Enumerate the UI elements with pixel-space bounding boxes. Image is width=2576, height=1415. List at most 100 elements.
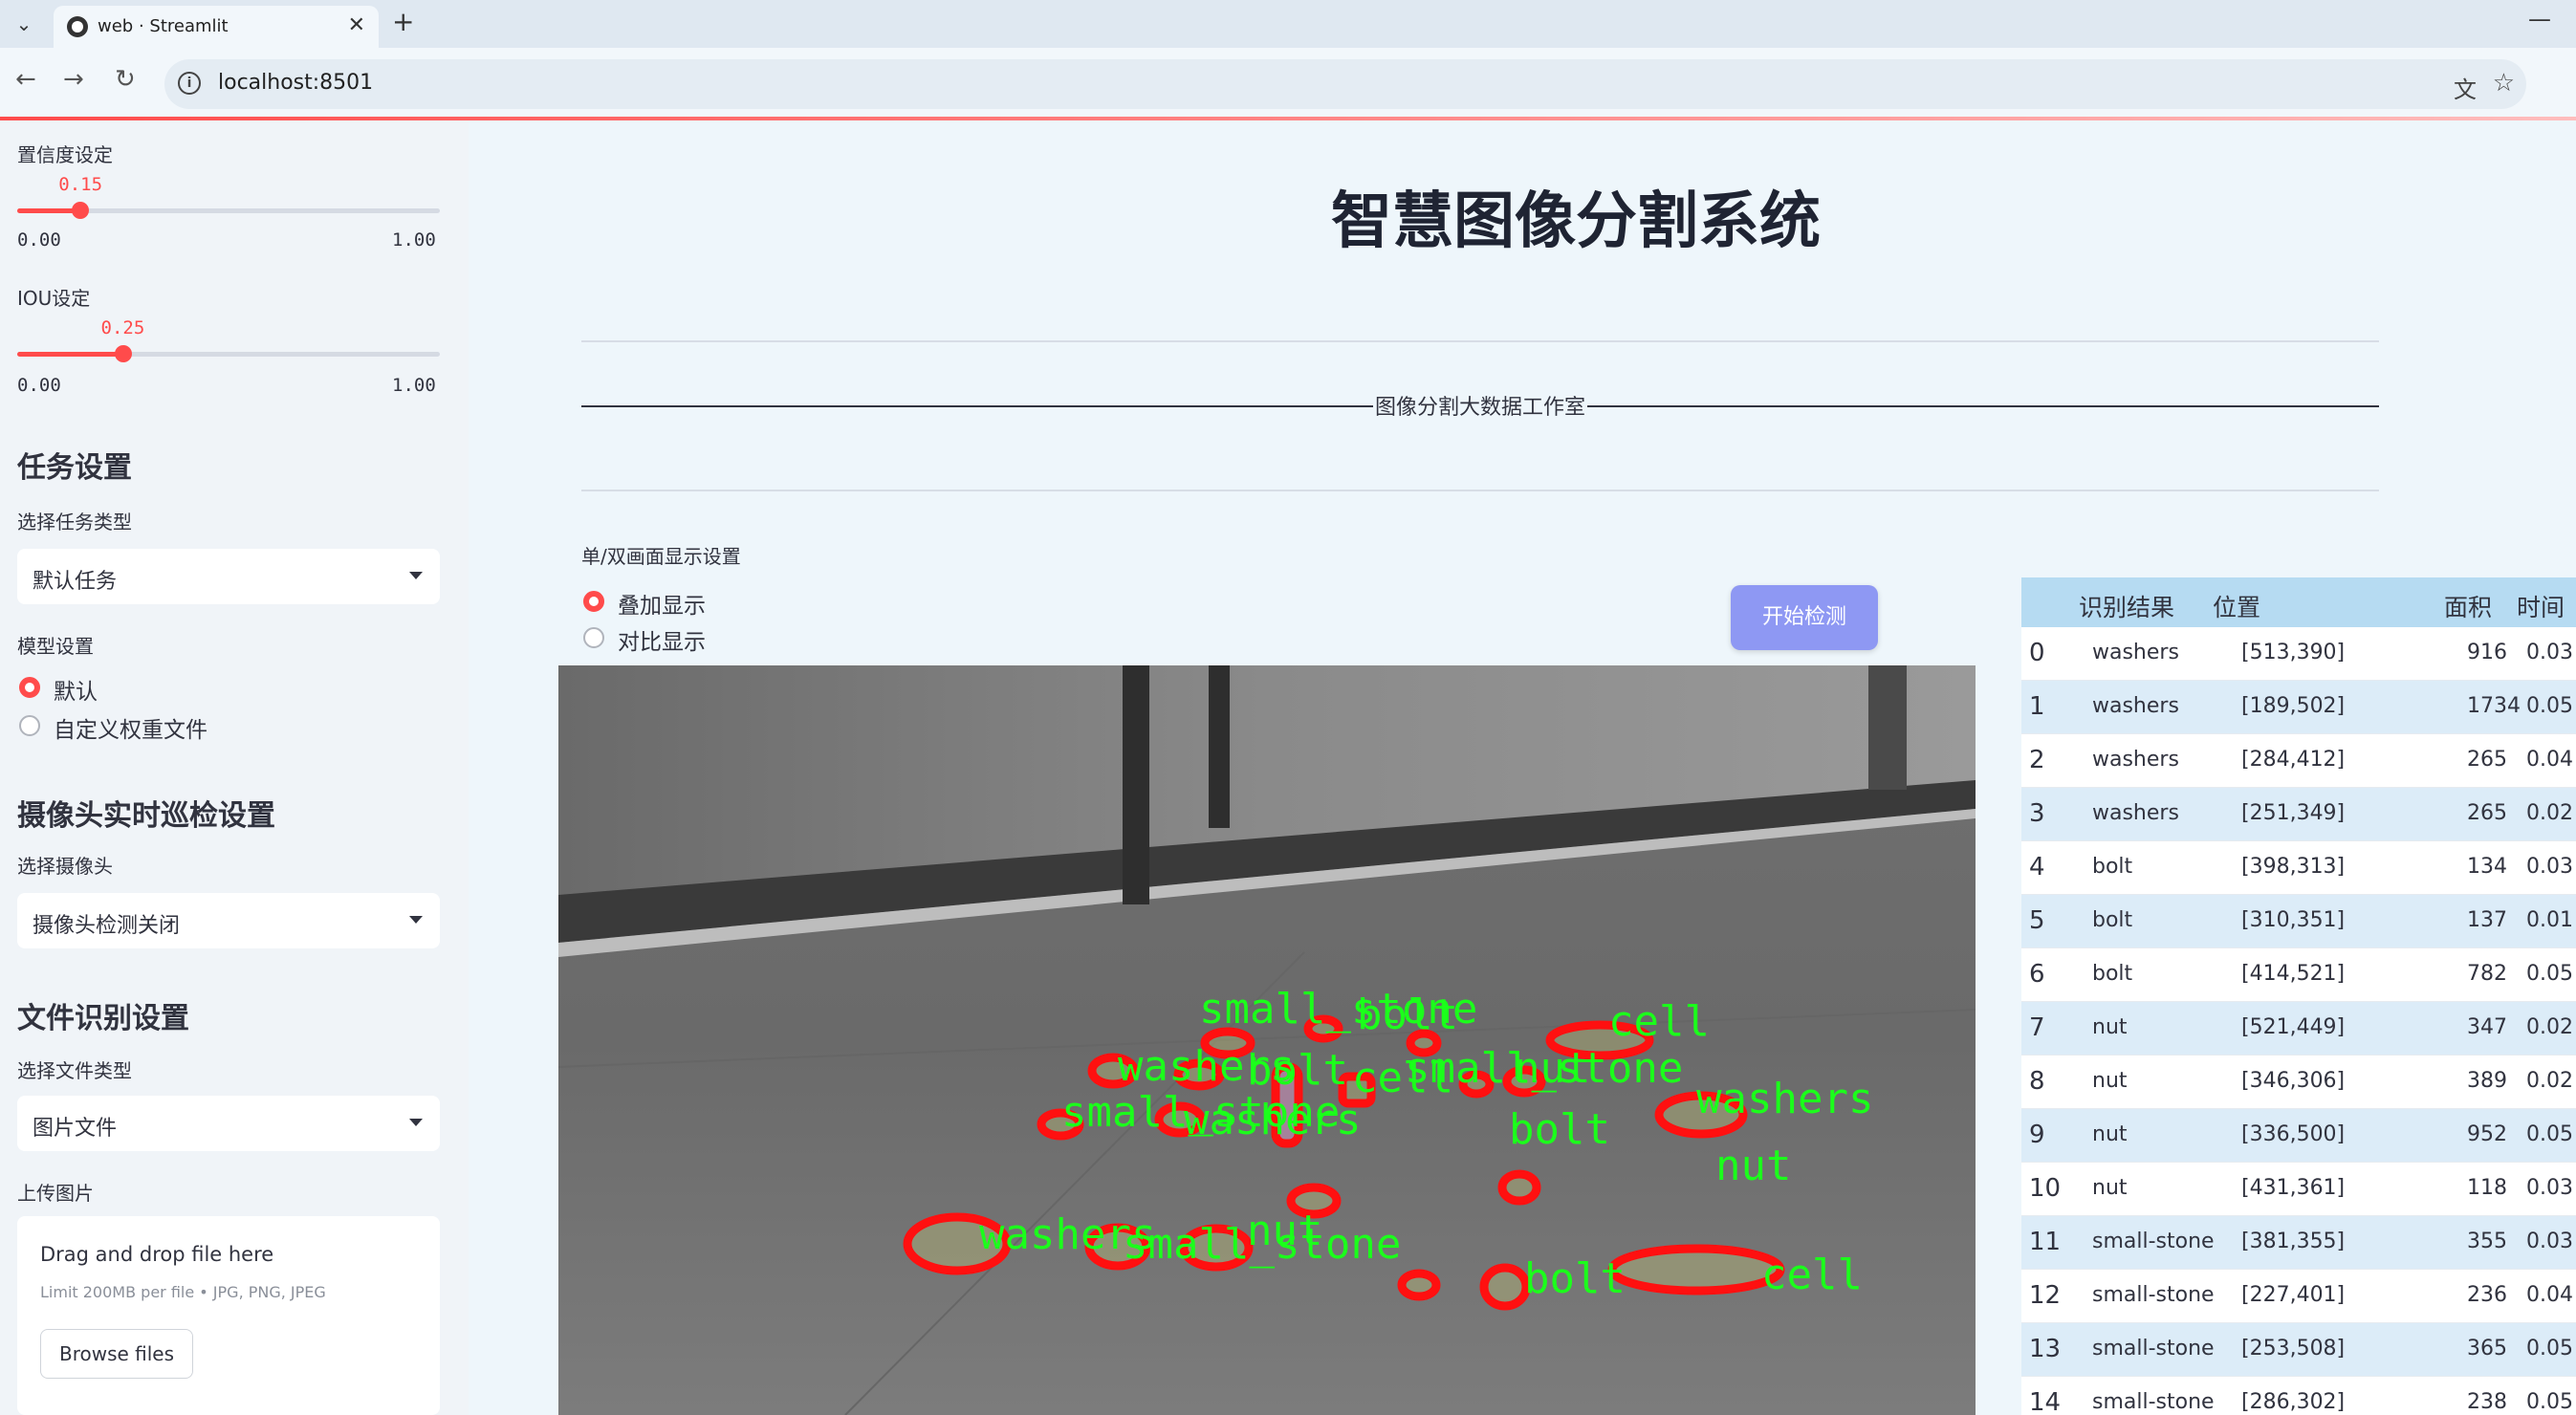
cell-result: bolt [2092,855,2133,879]
table-row[interactable]: 5 bolt [310,351] 137 0.01 [2021,895,2576,948]
start-detection-button[interactable]: 开始检测 [1731,585,1878,650]
table-row[interactable]: 11 small-stone [381,355] 355 0.03 [2021,1216,2576,1270]
detection-label: cell [1608,997,1710,1046]
studio-name: 图像分割大数据工作室 [1375,396,1586,420]
cell-result: small-stone [2092,1230,2215,1253]
confidence-slider[interactable] [17,202,440,219]
reload-icon[interactable]: ↻ [115,65,136,94]
radio-unselected[interactable] [19,715,40,736]
detection-label: bolt [1524,1254,1626,1303]
file-type-label: 选择文件类型 [17,1059,132,1082]
iou-slider[interactable] [17,345,440,362]
cell-result: small-stone [2092,1337,2215,1361]
task-settings-header: 任务设置 [17,451,132,485]
forward-arrow-icon[interactable]: → [63,65,84,94]
cell-position: [251,349] [2241,801,2346,825]
cell-time: 0.05 [2526,1390,2573,1414]
browser-tab[interactable]: web · Streamlit ✕ [54,6,379,48]
table-row[interactable]: 13 small-stone [253,508] 365 0.05 [2021,1323,2576,1377]
cell-time: 0.04 [2526,1283,2573,1307]
cell-position: [189,502] [2241,694,2346,718]
confidence-min: 0.00 [17,229,61,250]
detection-label: washers [1696,1075,1873,1123]
browse-files-button[interactable]: Browse files [40,1329,193,1379]
display-option-label: 对比显示 [618,630,706,655]
minimize-window-icon[interactable]: — [2528,6,2551,33]
table-row[interactable]: 1 washers [189,502] 1734 0.05 [2021,681,2576,734]
site-info-icon[interactable]: i [178,72,201,95]
table-row[interactable]: 14 small-stone [286,302] 238 0.05 [2021,1377,2576,1415]
radio-selected[interactable] [583,591,604,612]
table-row[interactable]: 12 small-stone [227,401] 236 0.04 [2021,1270,2576,1323]
tab-list-chevron-icon[interactable]: ⌄ [8,10,40,38]
cell-time: 0.05 [2526,1122,2573,1146]
cell-position: [431,361] [2241,1176,2346,1200]
column-header-result[interactable]: 识别结果 [2079,589,2174,623]
table-row[interactable]: 2 washers [284,412] 265 0.04 [2021,734,2576,788]
url-field[interactable]: i localhost:8501 文 ☆ [164,59,2526,109]
chevron-down-icon [409,916,423,924]
table-row[interactable]: 0 washers [513,390] 916 0.03 [2021,627,2576,681]
results-table[interactable]: 识别结果 位置 面积 时间 0 washers [513,390] 916 0.03 1 w… [2021,577,2576,1415]
address-bar-row: ← → ↻ i localhost:8501 文 ☆ [0,48,2576,119]
row-index: 13 [2029,1335,2062,1363]
column-header-area[interactable]: 面积 [2444,589,2492,623]
cell-time: 0.04 [2526,748,2573,772]
table-header: 识别结果 位置 面积 时间 [2021,577,2576,627]
url-text[interactable]: localhost:8501 [218,71,373,95]
cell-time: 0.05 [2526,962,2573,986]
bolt-mask [1479,1263,1531,1311]
detection-label: cell [1761,1251,1863,1299]
file-dropzone[interactable]: Drag and drop file here Limit 200MB per … [17,1216,440,1415]
cell-area: 782 [2467,962,2507,986]
detection-label: washers [1184,1096,1361,1144]
row-index: 0 [2029,639,2045,667]
door-frame-right [1209,665,1230,828]
new-tab-icon[interactable]: + [392,6,414,37]
column-header-position[interactable]: 位置 [2213,589,2260,623]
table-row[interactable]: 9 nut [336,500] 952 0.05 [2021,1109,2576,1163]
table-row[interactable]: 10 nut [431,361] 118 0.03 [2021,1163,2576,1216]
cell-area: 118 [2467,1176,2507,1200]
row-index: 5 [2029,906,2045,935]
back-arrow-icon[interactable]: ← [15,65,36,94]
translate-icon[interactable]: 文 [2454,71,2477,104]
radio-unselected[interactable] [583,627,604,648]
banner-dash-right [1587,405,2379,407]
file-type-select[interactable]: 图片文件 [17,1096,440,1151]
cell-result: bolt [2092,908,2133,932]
table-row[interactable]: 8 nut [346,306] 389 0.02 [2021,1056,2576,1109]
cell-result: nut [2092,1015,2128,1039]
table-row[interactable]: 4 bolt [398,313] 134 0.03 [2021,841,2576,895]
dropzone-limit: Limit 200MB per file • JPG, PNG, JPEG [40,1283,326,1301]
radio-selected[interactable] [19,677,40,698]
cell-area: 952 [2467,1122,2507,1146]
cell-position: [253,508] [2241,1337,2346,1361]
detection-scene: small_stone bolt cell washers bolt cell … [558,665,1976,1415]
iou-slider-thumb[interactable] [114,345,132,362]
file-type-value: 图片文件 [33,1117,118,1141]
close-tab-icon[interactable]: ✕ [348,13,365,37]
cell-position: [284,412] [2241,748,2346,772]
cell-time: 0.03 [2526,1176,2573,1200]
camera-select[interactable]: 摄像头检测关闭 [17,893,440,948]
cell-area: 134 [2467,855,2507,879]
row-index: 10 [2029,1174,2062,1203]
cell-position: [521,449] [2241,1015,2346,1039]
cell-result: washers [2092,801,2179,825]
cell-area: 389 [2467,1069,2507,1093]
tab-title: web · Streamlit [98,16,229,36]
task-type-select[interactable]: 默认任务 [17,549,440,604]
confidence-slider-thumb[interactable] [72,202,90,219]
row-index: 6 [2029,960,2045,989]
column-header-time[interactable]: 时间 [2517,589,2565,623]
cell-position: [227,401] [2241,1283,2346,1307]
cell-mask [1607,1244,1785,1295]
confidence-value: 0.15 [58,174,103,195]
table-row[interactable]: 6 bolt [414,521] 782 0.05 [2021,948,2576,1002]
cell-position: [336,500] [2241,1122,2346,1146]
table-row[interactable]: 3 washers [251,349] 265 0.02 [2021,788,2576,841]
table-row[interactable]: 7 nut [521,449] 347 0.02 [2021,1002,2576,1056]
bookmark-star-icon[interactable]: ☆ [2493,69,2515,98]
browser-tab-bar: ⌄ web · Streamlit ✕ + — [0,0,2576,48]
